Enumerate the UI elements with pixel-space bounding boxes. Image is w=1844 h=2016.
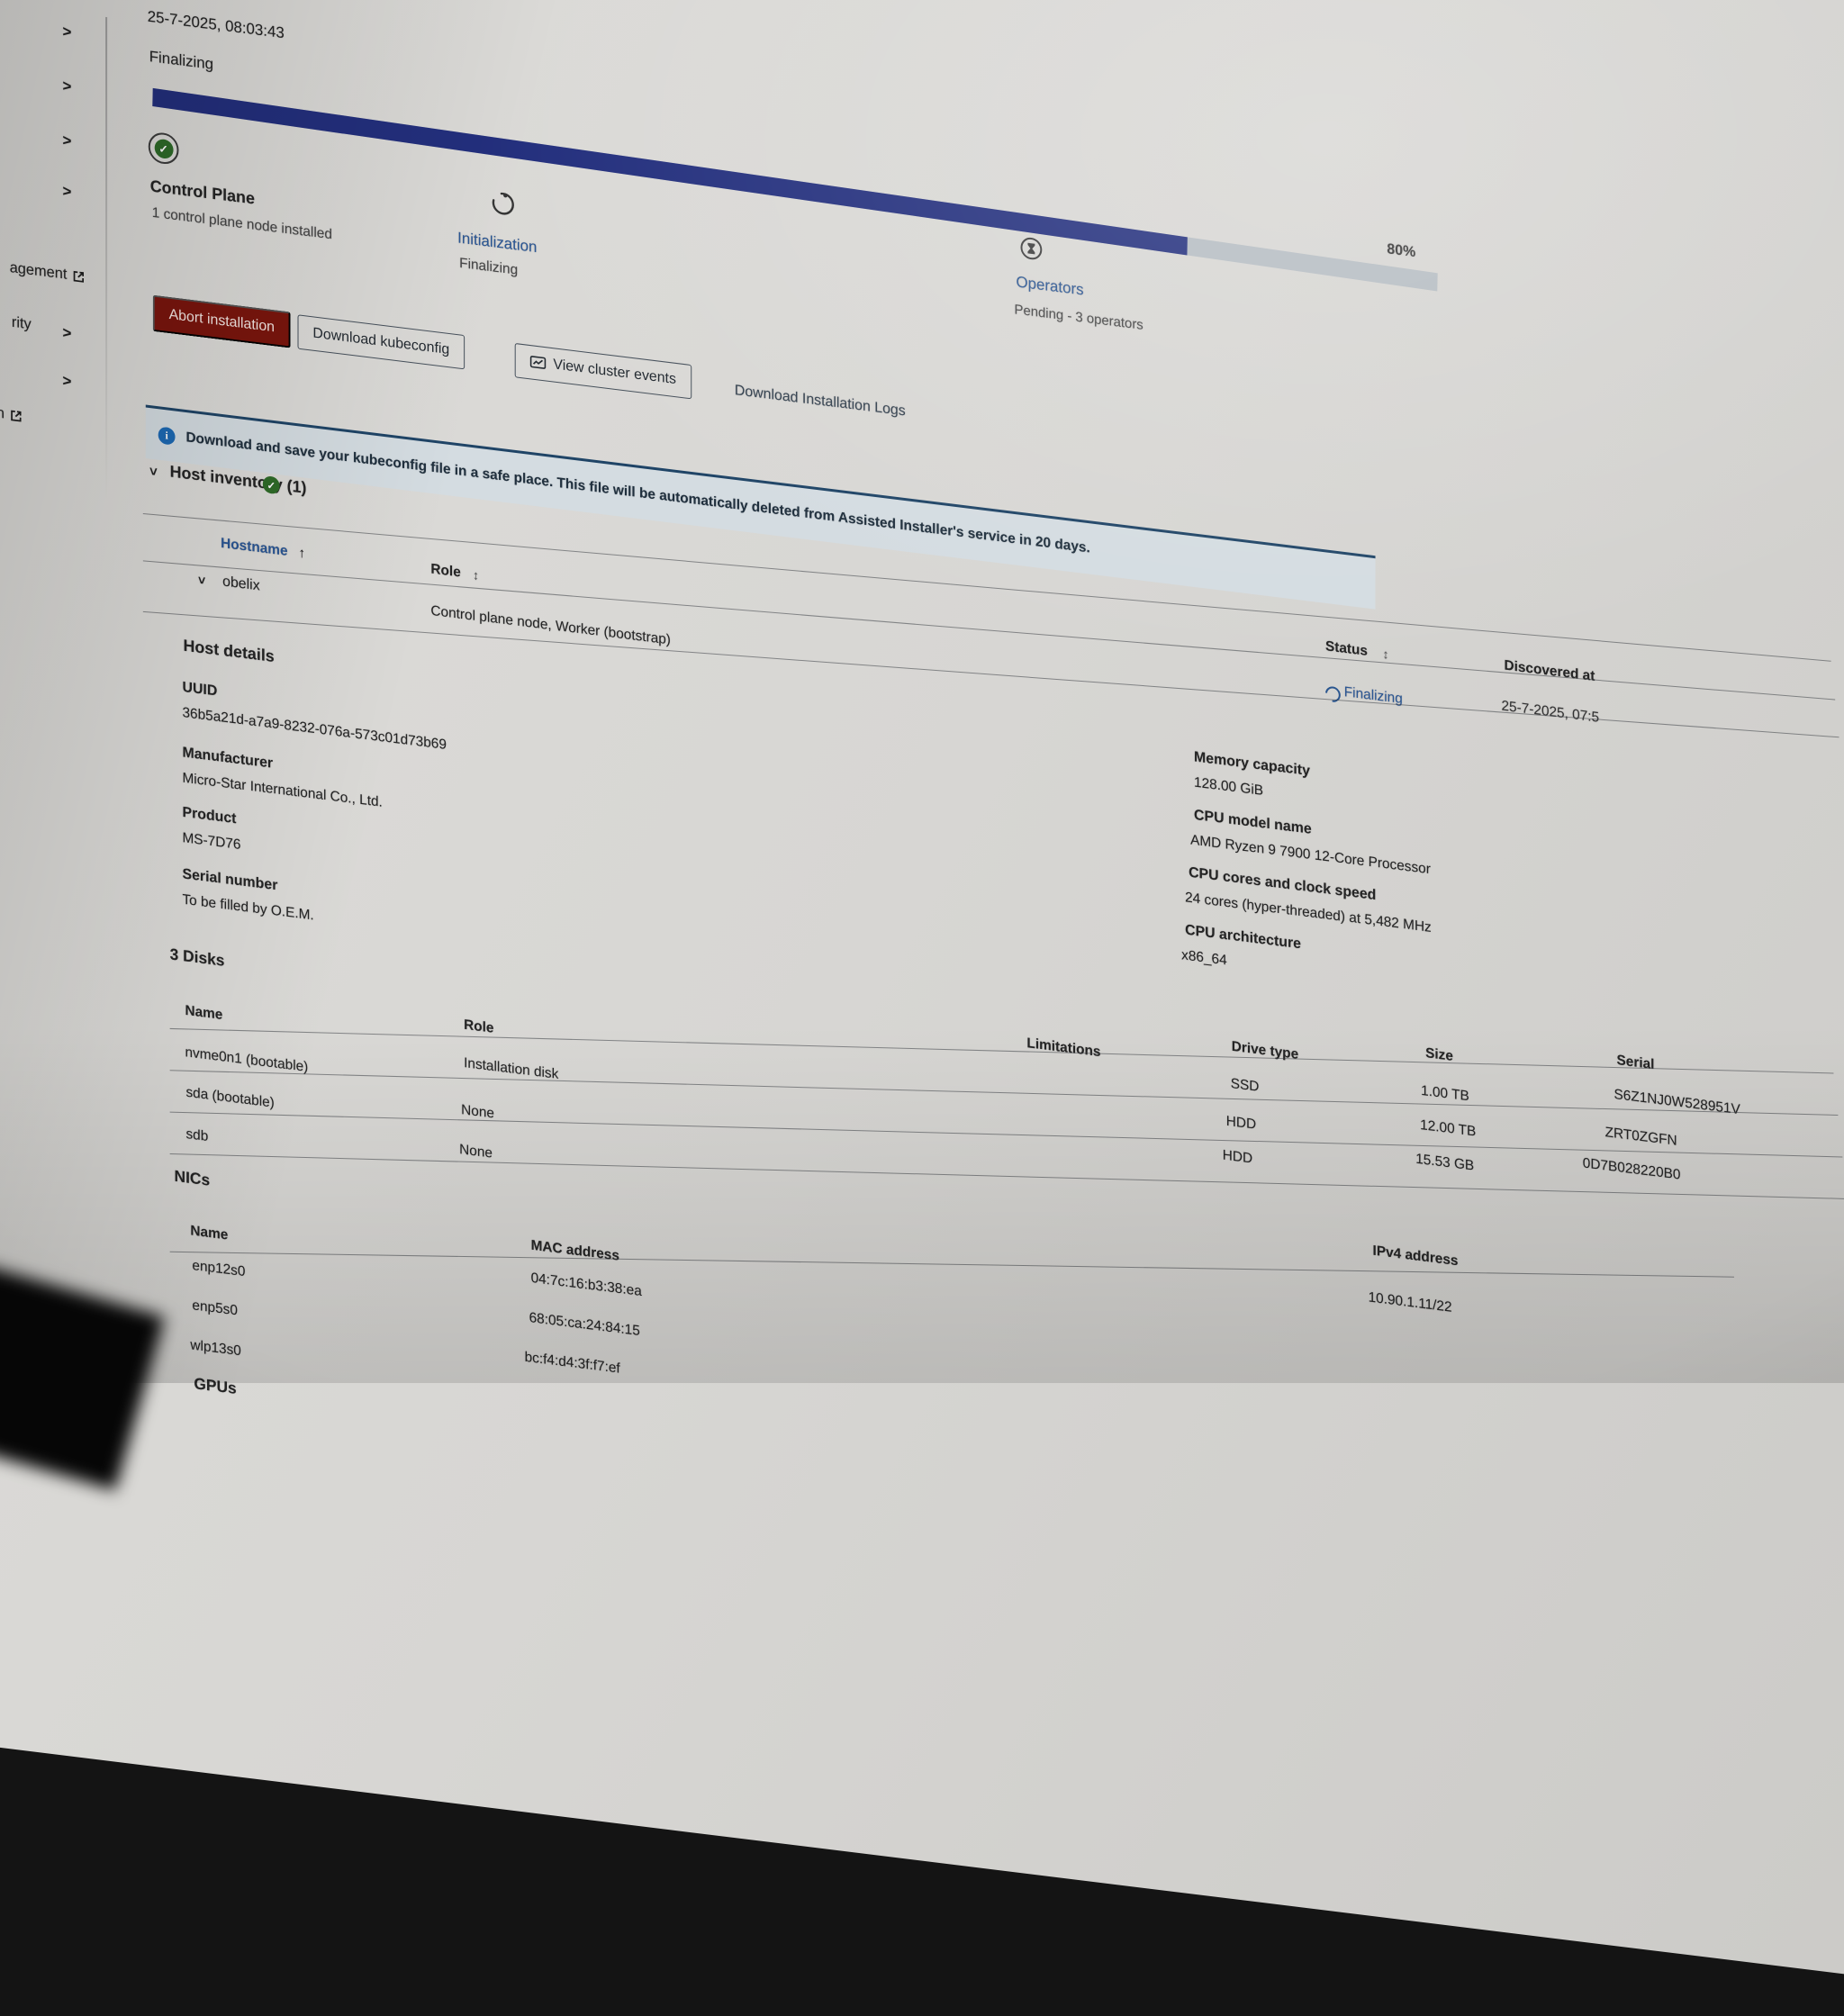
external-link-icon xyxy=(10,409,23,423)
nic-column-mac[interactable]: MAC address xyxy=(531,1238,619,1265)
chevron-right-icon[interactable]: > xyxy=(62,23,71,41)
detail-label: Product xyxy=(182,805,236,828)
chevron-right-icon[interactable]: > xyxy=(62,324,71,343)
disk-role-cell: None xyxy=(459,1142,493,1162)
chart-monitor-icon xyxy=(530,355,547,371)
host-details-title: Host details xyxy=(183,636,274,666)
disk-serial-cell: 0D7B028220B0 xyxy=(1583,1155,1681,1183)
disk-name-cell: sda (bootable) xyxy=(185,1085,274,1112)
nic-mac-cell: 04:7c:16:b3:38:ea xyxy=(531,1270,642,1300)
disk-serial-cell: ZRT0ZGFN xyxy=(1605,1125,1677,1150)
column-header-status[interactable]: Status xyxy=(1325,638,1368,660)
disk-serial-cell: S6Z1NJ0W528951V xyxy=(1614,1087,1740,1118)
install-started-timestamp: 25-7-2025, 08:03:43 xyxy=(148,7,285,42)
nic-name-cell: enp12s0 xyxy=(192,1258,245,1280)
detail-label: UUID xyxy=(182,680,217,701)
column-header-discovered[interactable]: Discovered at xyxy=(1504,657,1595,685)
download-installation-logs-link[interactable]: Download Installation Logs xyxy=(735,383,906,420)
sidebar-item-documentation[interactable]: n xyxy=(0,389,23,425)
monitor-screen: > > > > agement rity > > n 25-7-2025, 08… xyxy=(0,0,1844,2016)
table-border xyxy=(170,1112,1843,1158)
chevron-right-icon[interactable]: > xyxy=(62,77,71,96)
step-operators-link[interactable]: Operators xyxy=(1017,273,1084,299)
info-icon: i xyxy=(158,426,176,445)
sort-icon[interactable]: ↕ xyxy=(473,567,479,583)
detail-label: Serial number xyxy=(182,866,277,894)
nic-mac-cell: bc:f4:d4:3f:f7:ef xyxy=(525,1350,620,1378)
nic-ipv4-cell: 10.90.1.11/22 xyxy=(1369,1289,1452,1316)
gpus-title: GPUs xyxy=(194,1374,236,1398)
table-border xyxy=(170,1252,1734,1278)
column-header-hostname[interactable]: Hostname xyxy=(221,536,287,560)
sidebar-item-label: agement xyxy=(10,259,68,284)
detail-label: Manufacturer xyxy=(182,745,273,772)
step-operators-detail: Pending - 3 operators xyxy=(1015,302,1143,333)
nics-title: NICs xyxy=(175,1167,211,1190)
disk-name-cell: sdb xyxy=(185,1126,208,1145)
hostname-cell: obelix xyxy=(222,574,260,594)
step-control-plane-detail: 1 control plane node installed xyxy=(152,205,332,244)
nic-name-cell: enp5s0 xyxy=(192,1297,237,1319)
nic-mac-cell: 68:05:ca:24:84:15 xyxy=(529,1310,640,1340)
nic-column-name[interactable]: Name xyxy=(190,1223,228,1243)
nic-column-ipv4[interactable]: IPv4 address xyxy=(1373,1243,1459,1270)
disk-type-cell: HDD xyxy=(1226,1114,1256,1134)
detail-label: Memory capacity xyxy=(1194,749,1310,780)
pending-step-icon xyxy=(1019,234,1044,263)
progress-percent: 80% xyxy=(1387,241,1415,261)
detail-value: Micro-Star International Co., Ltd. xyxy=(182,770,382,810)
sort-icon[interactable]: ↕ xyxy=(1382,646,1388,662)
detail-label: CPU model name xyxy=(1194,808,1312,838)
disk-column-role[interactable]: Role xyxy=(464,1017,493,1037)
download-kubeconfig-button[interactable]: Download kubeconfig xyxy=(298,314,466,369)
sidebar-item-management[interactable]: agement xyxy=(0,241,85,285)
progress-title: Finalizing xyxy=(149,48,213,74)
disk-size-cell: 15.53 GB xyxy=(1415,1152,1474,1175)
column-header-role[interactable]: Role xyxy=(430,561,460,581)
disk-column-name[interactable]: Name xyxy=(185,1003,222,1024)
detail-value: x86_64 xyxy=(1181,947,1226,969)
disk-type-cell: SSD xyxy=(1231,1076,1260,1096)
external-link-icon xyxy=(72,269,85,284)
detail-value: 128.00 GiB xyxy=(1194,774,1263,800)
sort-ascending-icon[interactable]: ↑ xyxy=(299,545,305,561)
chevron-right-icon[interactable]: > xyxy=(62,131,71,150)
detail-label: CPU architecture xyxy=(1185,922,1301,953)
step-control-plane: Control Plane xyxy=(150,176,255,208)
disk-size-cell: 1.00 TB xyxy=(1421,1083,1469,1106)
sidebar-divider xyxy=(105,17,107,544)
detail-value: To be filled by O.E.M. xyxy=(182,891,313,924)
step-initialization-detail: Finalizing xyxy=(459,256,518,279)
disk-size-cell: 12.00 TB xyxy=(1420,1117,1476,1141)
chevron-right-icon[interactable]: > xyxy=(62,372,71,391)
alert-message: Download and save your kubeconfig file i… xyxy=(185,429,1089,556)
nic-name-cell: wlp13s0 xyxy=(190,1337,240,1360)
kubeconfig-info-alert: i Download and save your kubeconfig file… xyxy=(146,404,1376,609)
row-expand-caret-icon[interactable]: > xyxy=(194,575,209,584)
sidebar-item-label: rity xyxy=(12,314,32,333)
disk-column-serial[interactable]: Serial xyxy=(1617,1053,1655,1073)
sidebar-item-security[interactable]: rity xyxy=(0,296,32,334)
sidebar-item-label: n xyxy=(0,404,5,422)
in-progress-step-icon xyxy=(491,189,516,218)
view-cluster-events-button[interactable]: View cluster events xyxy=(515,343,692,399)
chevron-right-icon[interactable]: > xyxy=(62,182,71,201)
disk-column-drive-type[interactable]: Drive type xyxy=(1232,1039,1298,1063)
section-collapse-caret-icon[interactable]: > xyxy=(146,466,161,476)
abort-installation-button[interactable]: Abort installation xyxy=(153,295,291,348)
table-border xyxy=(170,1070,1839,1116)
disk-type-cell: HDD xyxy=(1223,1147,1252,1167)
detail-value: MS-7D76 xyxy=(182,830,240,854)
step-initialization-link[interactable]: Initialization xyxy=(457,229,537,257)
success-step-icon: ✓ xyxy=(149,131,179,166)
assisted-installer-page: > > > > agement rity > > n 25-7-2025, 08… xyxy=(0,0,1844,2011)
disk-column-limitations[interactable]: Limitations xyxy=(1026,1035,1100,1061)
table-border xyxy=(170,1028,1834,1074)
progress-bar xyxy=(152,88,1437,292)
disks-title: 3 Disks xyxy=(170,945,225,971)
status-spinner-icon xyxy=(1322,683,1343,705)
detail-value: 36b5a21d-a7a9-8232-076a-573c01d73b69 xyxy=(182,705,446,754)
